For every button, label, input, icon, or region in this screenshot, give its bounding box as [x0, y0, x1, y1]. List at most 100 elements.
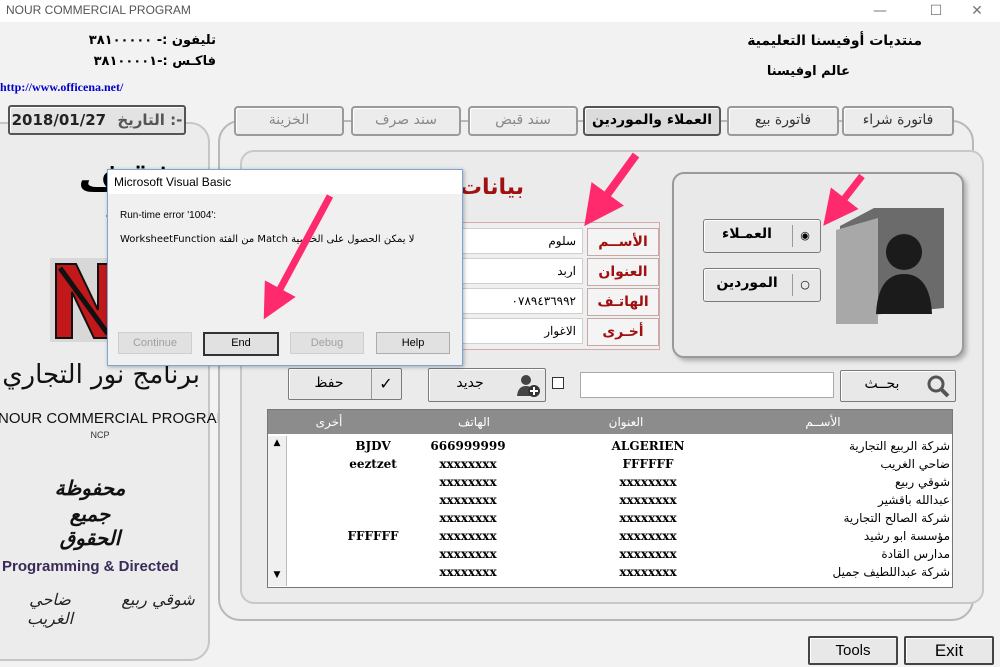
cell-address: xxxxxxxx: [619, 529, 677, 543]
maximize-button[interactable]: ☐: [913, 0, 959, 22]
end-button[interactable]: End: [203, 332, 279, 356]
cell-name: مؤسسة ابو رشيد: [863, 529, 950, 543]
cell-address: xxxxxxxx: [619, 511, 677, 525]
input-address[interactable]: [446, 258, 583, 284]
program-name-english: NOUR COMMERCIAL PROGRAM: [0, 410, 230, 427]
cell-other: FFFFFF: [347, 529, 399, 543]
credit-text: Programming & Directed: [2, 558, 179, 575]
website-link[interactable]: http://www.officena.net/: [0, 80, 123, 95]
company-subtitle: عالم اوفيسنا: [766, 64, 850, 79]
table-row[interactable]: xxxxxxxx xxxxxxxx شركة الصالح التجارية: [268, 509, 950, 527]
add-user-icon: [517, 375, 540, 397]
date-display: 2018/01/27 التاريخ :-: [8, 105, 186, 135]
search-label: بحــث: [864, 376, 900, 392]
search-button[interactable]: بحــث: [840, 370, 956, 402]
dialog-title: Microsoft Visual Basic: [108, 170, 462, 194]
table-row[interactable]: FFFFFF xxxxxxxx xxxxxxxx مؤسسة ابو رشيد: [268, 527, 950, 545]
cell-other: BJDV: [355, 439, 391, 453]
tab-payment-voucher[interactable]: سند صرف: [351, 106, 461, 136]
table-row[interactable]: xxxxxxxx xxxxxxxx مدارس القادة: [268, 545, 950, 563]
date-label: التاريخ :-: [117, 111, 183, 129]
header-address: العنوان: [558, 410, 695, 434]
label-name: الأســم: [587, 228, 659, 256]
signature-1: ضاحي الغريب: [26, 590, 74, 628]
close-button[interactable]: ✕: [954, 0, 1000, 22]
cell-phone: xxxxxxxx: [439, 493, 497, 507]
table-row[interactable]: eeztzet xxxxxxxx FFFFFF ضاحي الغريب: [268, 455, 950, 473]
cell-phone: xxxxxxxx: [439, 475, 497, 489]
cell-phone: xxxxxxxx: [439, 547, 497, 561]
header-phone: الهاتف: [390, 410, 559, 434]
cell-name: عبدالله باقشير: [878, 493, 950, 507]
tools-button[interactable]: Tools: [808, 636, 898, 665]
cell-name: ضاحي الغريب: [880, 457, 950, 471]
cell-other: [328, 509, 418, 527]
cell-other: eeztzet: [349, 457, 397, 471]
rights-line-2: جميع الحقوق: [59, 502, 121, 550]
new-checkbox[interactable]: [552, 377, 564, 389]
save-label: حفظ: [314, 375, 344, 391]
search-input[interactable]: [580, 372, 834, 398]
save-button[interactable]: حفظ ✓: [288, 368, 402, 400]
new-label: جديد: [456, 375, 484, 391]
radio-unchecked-icon: ○: [792, 274, 817, 296]
cell-phone: xxxxxxxx: [439, 529, 497, 543]
table-row[interactable]: BJDV 666999999 ALGERIEN شركة الربيع التجاري…: [268, 437, 950, 455]
radio-customers[interactable]: العمـلاء ◉: [703, 219, 821, 253]
header-name: الأســم: [694, 410, 952, 434]
cell-address: xxxxxxxx: [619, 565, 677, 579]
customers-table[interactable]: أخرى الهاتف العنوان الأســم ▲ ▼ BJDV 6669…: [267, 409, 953, 588]
input-phone[interactable]: [446, 288, 583, 314]
input-other[interactable]: [446, 318, 583, 344]
radio-checked-icon: ◉: [792, 225, 817, 247]
cell-name: شركة الصالح التجارية: [843, 511, 951, 525]
cell-name: شركة عبداللطيف جميل: [832, 565, 950, 579]
radio-customers-label: العمـلاء: [722, 226, 772, 242]
header-other: أخرى: [268, 410, 391, 434]
tab-sales-invoice[interactable]: فاتورة بيع: [727, 106, 839, 136]
date-value: 2018/01/27: [11, 111, 107, 129]
cell-phone: xxxxxxxx: [439, 565, 497, 579]
check-icon: ✓: [371, 369, 400, 399]
window-title: NOUR COMMERCIAL PROGRAM: [6, 3, 191, 17]
tab-treasury[interactable]: الخزينة: [234, 106, 344, 136]
cell-other: [328, 473, 418, 491]
tab-customers-suppliers[interactable]: العملاء والموردين: [583, 106, 721, 136]
table-row[interactable]: xxxxxxxx xxxxxxxx عبدالله باقشير: [268, 491, 950, 509]
folder-user-icon: [836, 208, 944, 324]
cell-other: [328, 491, 418, 509]
debug-button[interactable]: Debug: [290, 332, 364, 354]
tab-purchase-invoice[interactable]: فاتورة شراء: [842, 106, 954, 136]
program-abbrev: NCP: [90, 430, 110, 440]
exit-button[interactable]: Exit: [904, 636, 994, 665]
cell-name: مدارس القادة: [881, 547, 950, 561]
input-name[interactable]: [446, 228, 583, 254]
radio-suppliers-label: الموردين: [716, 275, 778, 291]
table-row[interactable]: xxxxxxxx xxxxxxxx شركة عبداللطيف جميل: [268, 563, 950, 581]
phone-text: تليفون :- ٣٨١٠٠٠٠٠: [88, 33, 216, 48]
help-button[interactable]: Help: [376, 332, 450, 354]
label-address: العنوان: [587, 258, 659, 286]
minimize-button[interactable]: —: [857, 0, 903, 22]
continue-button[interactable]: Continue: [118, 332, 192, 354]
cell-address: ALGERIEN: [611, 439, 685, 453]
radio-suppliers[interactable]: الموردين ○: [703, 268, 821, 302]
cell-phone: 666999999: [430, 439, 506, 453]
magnifier-icon: [927, 375, 950, 398]
cell-phone: xxxxxxxx: [439, 511, 497, 525]
label-other: أخـرى: [587, 318, 659, 346]
label-phone: الهاتـف: [587, 288, 659, 316]
cell-other: [328, 545, 418, 563]
cell-name: شوقي ربيع: [895, 475, 950, 489]
new-button[interactable]: جديد: [428, 368, 546, 402]
table-row[interactable]: xxxxxxxx xxxxxxxx شوقي ربيع: [268, 473, 950, 491]
error-dialog: Microsoft Visual Basic Run-time error '1…: [107, 169, 463, 366]
tab-receipt-voucher[interactable]: سند قبض: [468, 106, 578, 136]
cell-address: FFFFFF: [622, 457, 674, 471]
rights-line-1: محفوظة: [54, 476, 126, 500]
signature-2: شوقي ربيع: [121, 590, 195, 609]
dialog-error-message: لا يمكن الحصول على الخاصية Match من الفئ…: [120, 234, 415, 245]
fax-text: فاكـس :-٣٨١٠٠٠٠١: [93, 54, 216, 69]
cell-address: xxxxxxxx: [619, 475, 677, 489]
cell-address: xxxxxxxx: [619, 493, 677, 507]
